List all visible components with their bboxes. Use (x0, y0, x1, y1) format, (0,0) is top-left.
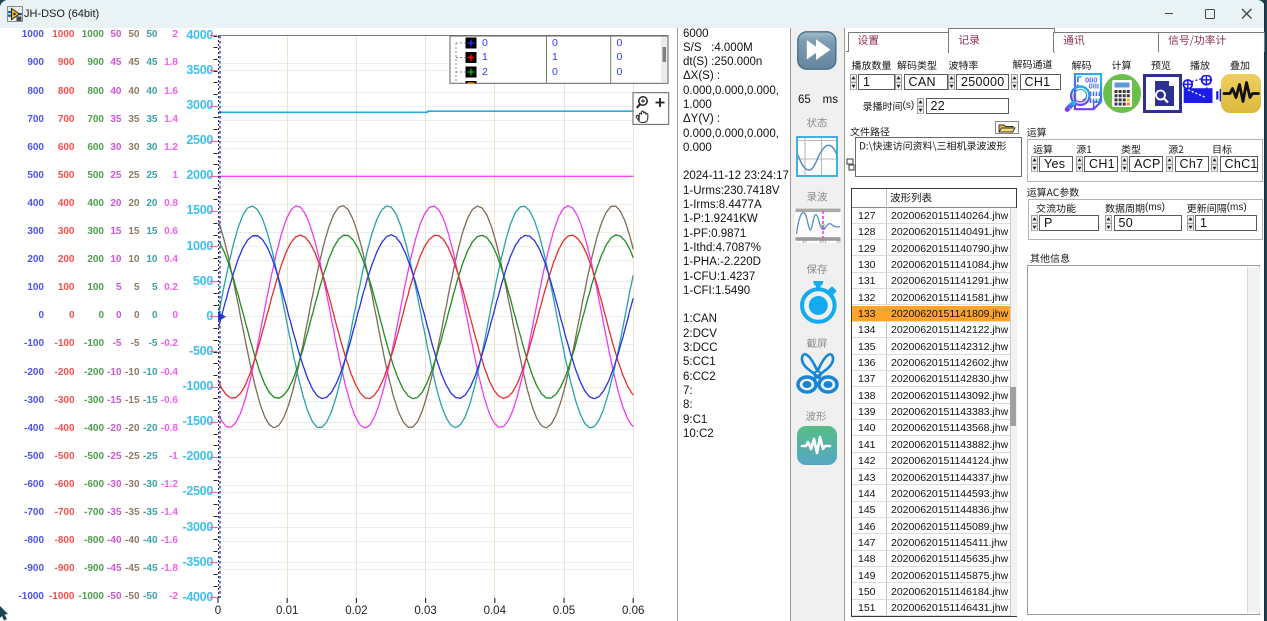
svg-text:1s: 1s (836, 239, 841, 243)
svg-text:1s: 1s (802, 239, 808, 243)
svg-text:0III: 0III (1089, 82, 1099, 91)
svg-text:101: 101 (819, 239, 827, 243)
